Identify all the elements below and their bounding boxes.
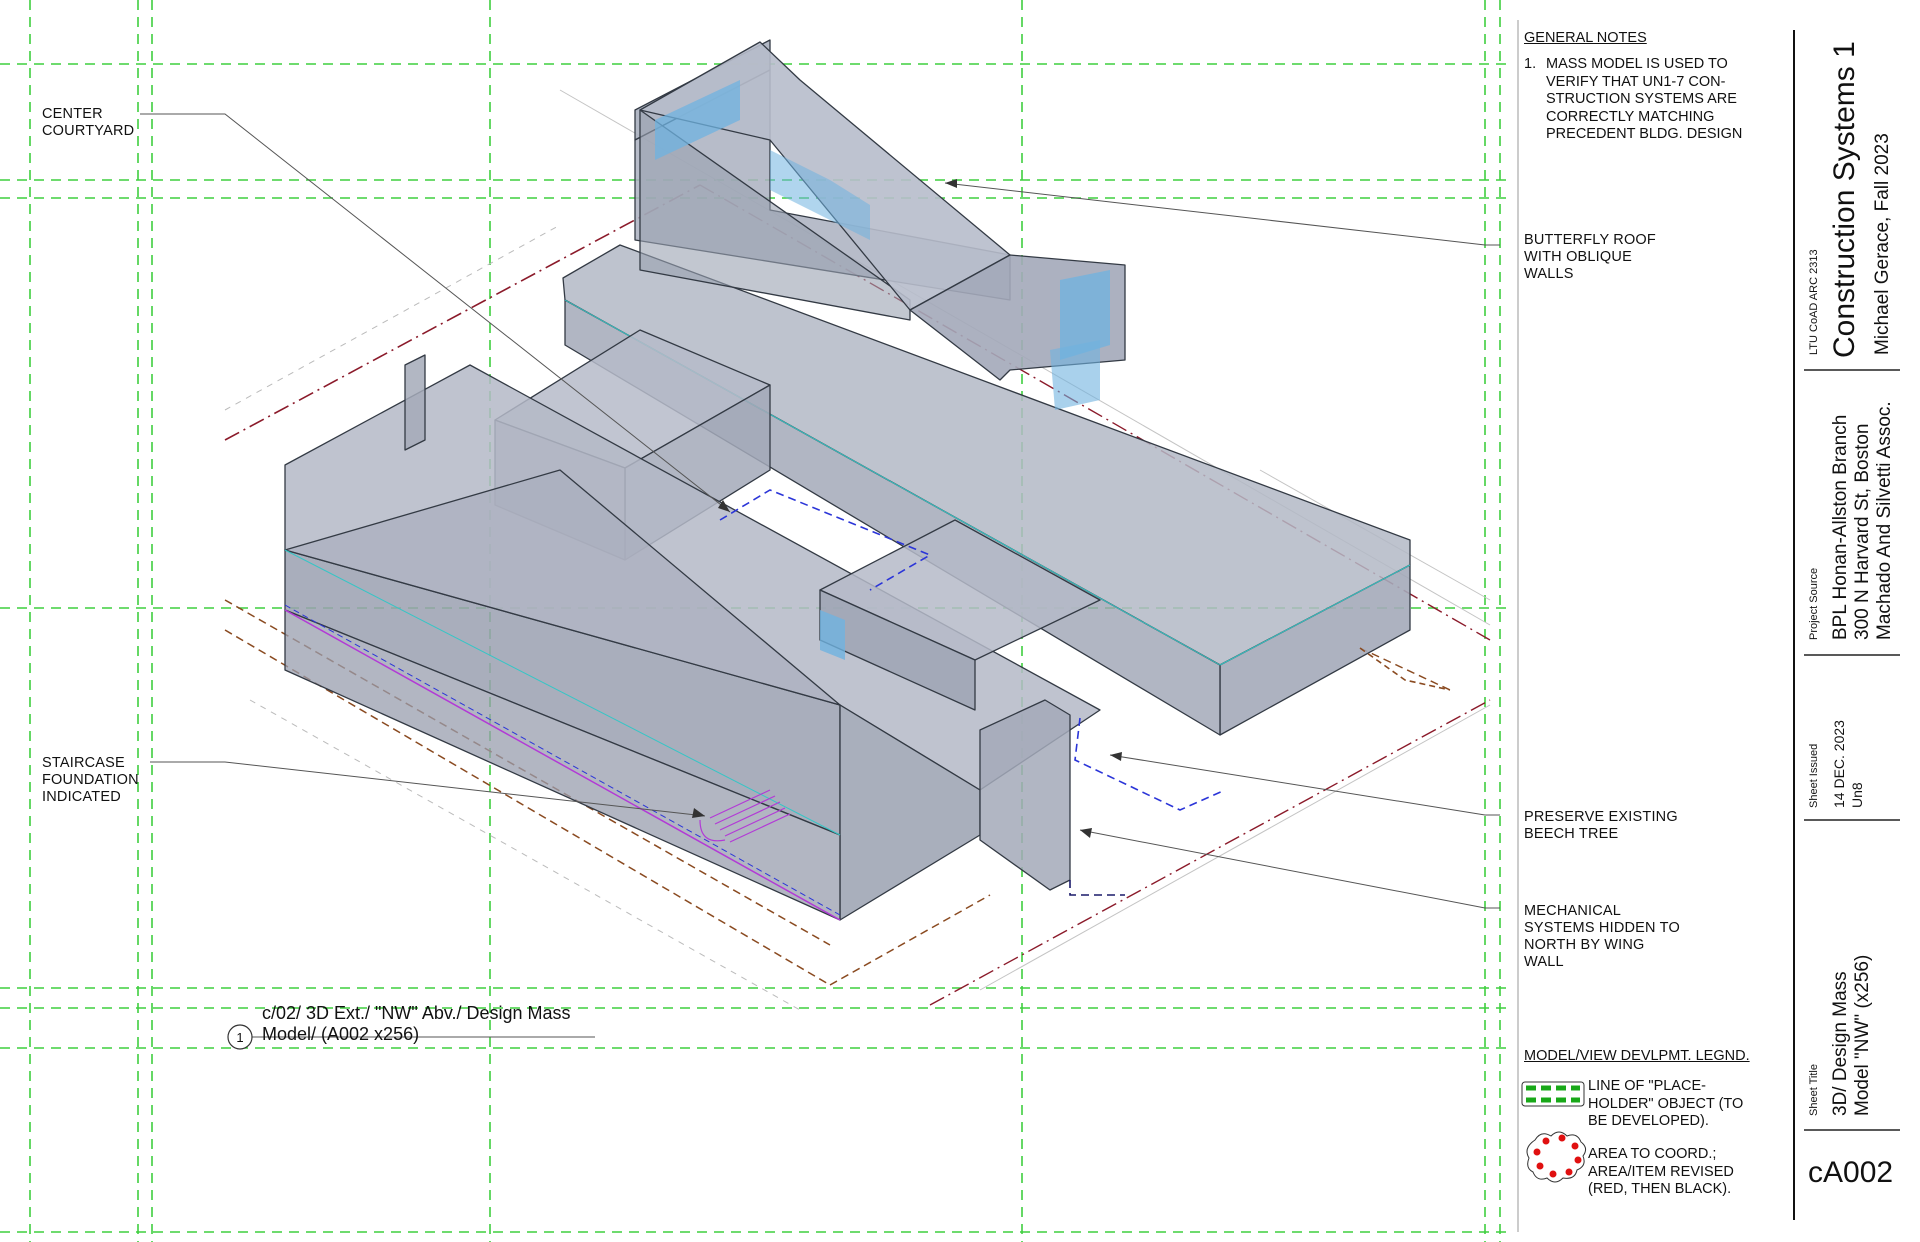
note-number: 1. (1524, 56, 1537, 72)
course-title: Construction Systems 1 (1828, 41, 1861, 358)
legend-heading: MODEL/VIEW DEVLPMT. LEGND. (1524, 1048, 1750, 1064)
project-address: 300 N Harvard St, Boston (1852, 423, 1873, 641)
legend-revision-text: AREA TO COORD.; AREA/ITEM REVISED (RED, … (1588, 1146, 1734, 1197)
view-title: c/02/ 3D Ext./ "NW" Abv./ Design Mass Mo… (262, 1003, 571, 1044)
project-architect: Machado And Silvetti Assoc. (1874, 401, 1895, 640)
note-text: MASS MODEL IS USED TO VERIFY THAT UN1-7 … (1546, 56, 1743, 142)
view-number: 1 (236, 1030, 243, 1045)
label-beech-tree: PRESERVE EXISTING BEECH TREE (1524, 809, 1678, 842)
legend-revision-cloud-symbol (1526, 1131, 1587, 1183)
sheet-number: cA002 (1808, 1156, 1894, 1189)
sheet-issued-label: Sheet Issued (1808, 743, 1820, 808)
legend-placeholder-text: LINE OF "PLACE- HOLDER" OBJECT (TO BE DE… (1588, 1078, 1744, 1129)
sheet-title-line-1: 3D/ Design Mass (1830, 971, 1851, 1116)
project-name: BPL Honan-Allston Branch (1830, 414, 1851, 640)
label-butterfly-roof: BUTTERFLY ROOF WITH OBLIQUE WALLS (1524, 232, 1656, 282)
issue-unit: Un8 (1849, 782, 1865, 808)
glass-upper-4 (1050, 340, 1100, 410)
label-mechanical-systems: MECHANICAL SYSTEMS HIDDEN TO NORTH BY WI… (1524, 903, 1680, 970)
label-center-courtyard: CENTER COURTYARD (42, 106, 135, 139)
author-term: Michael Gerace, Fall 2023 (1872, 133, 1893, 355)
legend-placeholder-symbol (1521, 1081, 1585, 1107)
sheet-title-label: Sheet Title (1808, 1064, 1820, 1116)
project-source-label: Project Source (1808, 567, 1820, 640)
east-wall (979, 699, 1071, 891)
label-staircase-foundation: STAIRCASE FOUNDATION INDICATED (42, 755, 139, 805)
course-code: LTU CoAD ARC 2313 (1808, 249, 1820, 355)
general-notes-heading: GENERAL NOTES (1524, 30, 1647, 46)
wing-wall (404, 354, 426, 451)
sheet-title-line-2: Model "NW" (x256) (1852, 954, 1873, 1116)
